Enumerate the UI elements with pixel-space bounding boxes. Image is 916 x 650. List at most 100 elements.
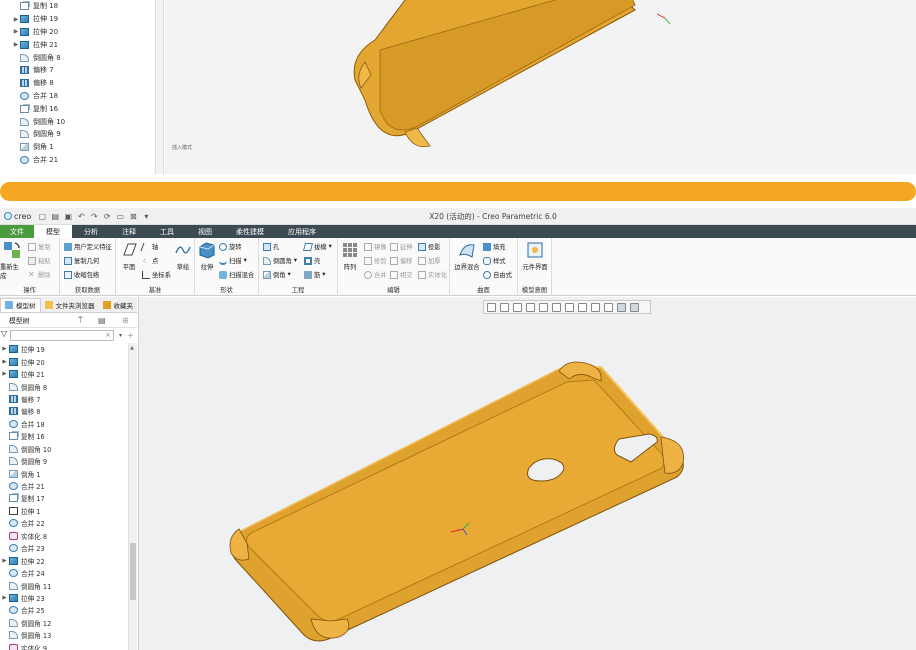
tree-item[interactable]: 合并 21 <box>12 154 155 167</box>
mirror-button[interactable]: 镜像 <box>364 242 387 251</box>
csys-button[interactable]: 坐标系 <box>142 270 171 279</box>
tree-item[interactable]: 复制 17 <box>0 492 128 504</box>
trim-button[interactable]: 修剪 <box>364 256 387 265</box>
fill-button[interactable]: 填充 <box>483 242 506 251</box>
merge-button[interactable]: 合并 <box>364 270 387 279</box>
ribbon-tab[interactable]: 文件 <box>0 225 34 238</box>
paste-button[interactable]: 粘贴 <box>28 256 51 265</box>
group-label-datum[interactable]: 基准 <box>116 285 194 294</box>
clear-search-icon[interactable]: × <box>105 331 111 339</box>
tree-item[interactable]: 合并 21 <box>0 480 128 492</box>
tree-item[interactable]: 倒圆角 9 <box>0 455 128 467</box>
graphics-window[interactable] <box>138 297 916 650</box>
top-tree-scrollbar[interactable] <box>156 0 164 174</box>
round-button[interactable]: 倒圆角 ▾ <box>263 256 297 265</box>
group-label-surfaces[interactable]: 曲面 <box>450 285 517 294</box>
chamfer-button[interactable]: 倒角 ▾ <box>263 270 291 279</box>
group-label-get-data[interactable]: 获取数据 <box>60 285 115 294</box>
top-phone-case-model[interactable] <box>165 0 916 174</box>
expand-arrow-icon[interactable]: ▶ <box>0 346 9 352</box>
tree-item[interactable]: ▶ 拉伸 20 <box>12 26 155 39</box>
expand-arrow-icon[interactable]: ▶ <box>0 595 9 601</box>
freestyle-button[interactable]: 自由式 <box>483 270 512 279</box>
ribbon-tab[interactable]: 工具 <box>148 225 186 238</box>
draft-dropdown-icon[interactable]: ▾ <box>329 243 332 250</box>
ribbon-tab[interactable]: 应用程序 <box>276 225 328 238</box>
group-label-engineering[interactable]: 工程 <box>259 285 337 294</box>
ribbon-tab[interactable]: 视图 <box>186 225 224 238</box>
offset-button[interactable]: 偏移 <box>390 256 413 265</box>
tree-filter-options-icon[interactable]: ⊞ <box>122 316 129 325</box>
tree-item[interactable]: 复制 16 <box>0 430 128 442</box>
rib-button[interactable]: 筋 ▾ <box>304 270 325 279</box>
navigator-tab[interactable]: 模型树 <box>0 297 41 312</box>
expand-arrow-icon[interactable]: ▶ <box>12 28 20 35</box>
tree-item[interactable]: ▶ 拉伸 20 <box>0 355 128 367</box>
tree-item[interactable]: 合并 18 <box>12 90 155 103</box>
solidify-button[interactable]: 实体化 <box>418 270 447 279</box>
expand-arrow-icon[interactable]: ▶ <box>0 558 9 564</box>
ribbon-tab[interactable]: 注释 <box>110 225 148 238</box>
tree-item[interactable]: 合并 23 <box>0 542 128 554</box>
filter-icon[interactable]: ▽ <box>1 329 7 338</box>
expand-arrow-icon[interactable]: ▶ <box>12 16 20 23</box>
tree-item[interactable]: 合并 18 <box>0 418 128 430</box>
tree-item[interactable]: 复制 18 <box>12 0 155 13</box>
tree-item[interactable]: 偏移 7 <box>0 393 128 405</box>
tree-item[interactable]: 倒圆角 11 <box>0 579 128 591</box>
tree-columns-icon[interactable]: ▤ <box>98 316 106 325</box>
sketch-button[interactable]: 草绘 <box>173 241 193 271</box>
tree-item[interactable]: ▶ 拉伸 22 <box>0 554 128 566</box>
tree-item[interactable]: ▶ 拉伸 23 <box>0 592 128 604</box>
pattern-button[interactable]: 阵列 <box>340 241 360 271</box>
ribbon-tab[interactable]: 柔性建模 <box>224 225 276 238</box>
tree-item[interactable]: 倒圆角 13 <box>0 629 128 641</box>
tree-item[interactable]: 合并 22 <box>0 517 128 529</box>
project-button[interactable]: 投影 <box>418 242 441 251</box>
round-dropdown-icon[interactable]: ▾ <box>294 257 297 264</box>
tree-item[interactable]: 倒圆角 12 <box>0 617 128 629</box>
expand-arrow-icon[interactable]: ▶ <box>0 359 9 365</box>
copy-geometry-button[interactable]: 复制几何 <box>64 256 99 265</box>
top-graphics-window[interactable]: 插入模式 <box>165 0 916 174</box>
intersect-button[interactable]: 相交 <box>390 270 413 279</box>
tree-item[interactable]: 复制 16 <box>12 102 155 115</box>
component-interface-button[interactable]: 元件界面 <box>519 241 551 271</box>
tree-item[interactable]: 倒角 1 <box>12 141 155 154</box>
tree-item[interactable]: 实体化 9 <box>0 642 128 650</box>
chamfer-dropdown-icon[interactable]: ▾ <box>288 271 291 278</box>
datum-axis-button[interactable]: 轴 <box>140 242 158 251</box>
tree-item[interactable]: 倒圆角 8 <box>12 51 155 64</box>
hole-button[interactable]: 孔 <box>263 242 279 251</box>
sweep-dropdown-icon[interactable]: ▾ <box>244 257 247 264</box>
scroll-up-icon[interactable]: ▲ <box>130 345 134 351</box>
navigator-tab[interactable]: 文件夹浏览器 <box>41 298 99 312</box>
datum-point-button[interactable]: ⁖ 点 <box>142 256 158 266</box>
tree-item[interactable]: ▶ 拉伸 21 <box>0 368 128 380</box>
regenerate-button[interactable]: 重新生成 <box>0 241 24 280</box>
shrinkwrap-button[interactable]: 收缩包络 <box>64 270 99 279</box>
revolve-button[interactable]: 旋转 <box>219 242 242 251</box>
tree-item[interactable]: 倒圆角 10 <box>0 443 128 455</box>
draft-button[interactable]: 拔模 ▾ <box>302 242 332 251</box>
ribbon-tab[interactable]: 模型 <box>34 225 72 238</box>
rib-dropdown-icon[interactable]: ▾ <box>322 271 325 278</box>
tree-item[interactable]: 偏移 8 <box>12 77 155 90</box>
group-label-model-intent[interactable]: 模型意图 <box>518 285 551 294</box>
tree-item[interactable]: 倒圆角 9 <box>12 128 155 141</box>
extrude-button[interactable]: 拉伸 <box>197 241 217 271</box>
add-icon[interactable]: + <box>127 331 134 340</box>
extend-button[interactable]: 延伸 <box>390 242 413 251</box>
copy-button[interactable]: 复制 <box>28 242 51 251</box>
swept-blend-button[interactable]: 扫描混合 <box>219 270 254 279</box>
tree-item[interactable]: 实体化 8 <box>0 530 128 542</box>
search-dropdown-icon[interactable]: ▾ <box>119 332 122 339</box>
boundary-blend-button[interactable]: 边界混合 <box>452 241 482 271</box>
phone-case-model[interactable] <box>139 297 916 650</box>
tree-settings-icon[interactable]: ⍑ <box>78 316 83 326</box>
tree-item[interactable]: ▶ 拉伸 19 <box>12 13 155 26</box>
datum-plane-button[interactable]: 平面 <box>119 241 139 271</box>
tree-item[interactable]: 合并 25 <box>0 604 128 616</box>
thicken-button[interactable]: 加厚 <box>418 256 441 265</box>
sweep-button[interactable]: 扫描 ▾ <box>219 256 247 265</box>
